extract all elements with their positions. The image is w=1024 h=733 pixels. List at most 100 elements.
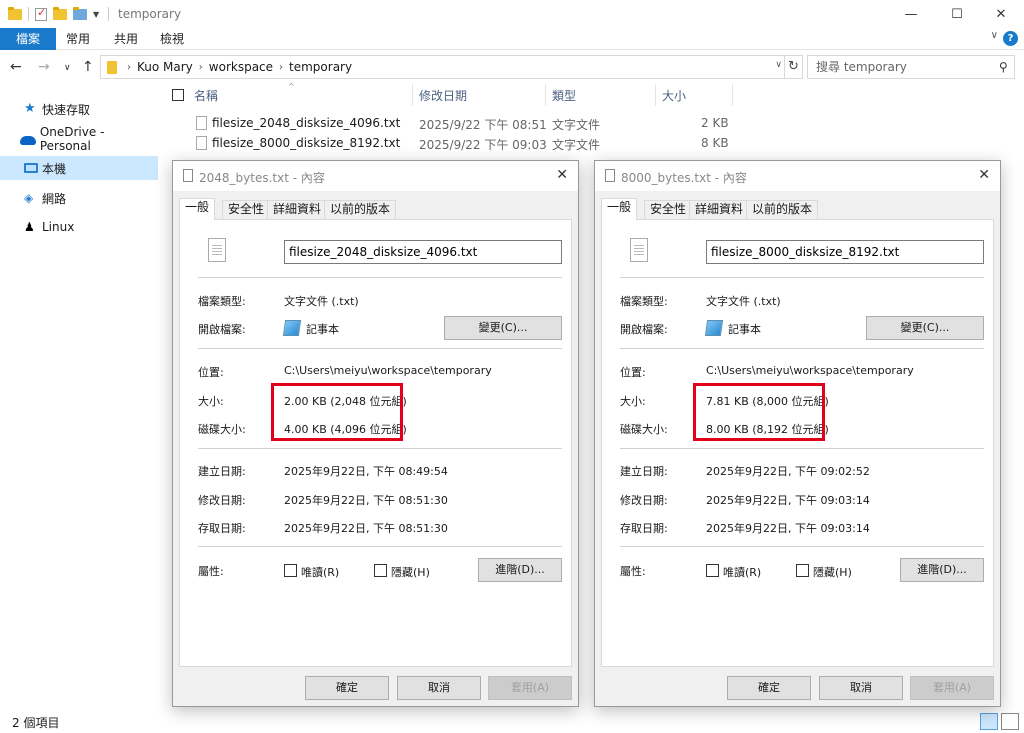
tab-file[interactable]: 檔案 — [0, 28, 56, 50]
up-arrow-icon[interactable]: ↑ — [82, 59, 94, 75]
file-row[interactable]: filesize_8000_disksize_8192.txt 2025/9/2… — [160, 133, 760, 153]
navigation-bar: ← → ∨ ↑ › Kuo Mary › workspace › tempora… — [0, 50, 1024, 84]
tab-share[interactable]: 共用 — [104, 28, 148, 50]
file-size: 2 KB — [701, 116, 729, 130]
filename-field[interactable] — [284, 240, 562, 264]
apply-button[interactable]: 套用(A) — [488, 676, 572, 700]
column-header-name[interactable]: 名稱 — [194, 87, 218, 104]
tab-view[interactable]: 檢視 — [150, 28, 194, 50]
chevron-down-icon[interactable]: ∨ — [991, 30, 998, 41]
maximize-button[interactable]: ☐ — [934, 0, 980, 28]
column-divider[interactable] — [732, 84, 733, 106]
sidebar-item-quick-access[interactable]: ★ 快速存取 — [0, 97, 158, 121]
divider — [620, 546, 984, 547]
folder-icon — [107, 60, 117, 74]
quick-access-toolbar: ▼ — [8, 6, 99, 21]
sort-ascending-icon: ^ — [288, 82, 295, 91]
address-bar[interactable]: › Kuo Mary › workspace › temporary ∨ — [100, 55, 785, 79]
status-bar: 2 個項目 — [0, 710, 1024, 733]
label-location: 位置: — [620, 366, 646, 379]
hidden-checkbox[interactable] — [374, 564, 387, 577]
value-modified: 2025年9月22日, 下午 08:51:30 — [284, 494, 448, 507]
filename-field[interactable] — [706, 240, 984, 264]
close-icon[interactable]: ✕ — [978, 167, 990, 183]
recent-locations-icon[interactable]: ∨ — [64, 63, 71, 73]
chevron-down-icon[interactable]: ∨ — [775, 60, 782, 70]
select-all-checkbox[interactable] — [172, 89, 184, 101]
back-arrow-icon[interactable]: ← — [10, 59, 22, 75]
value-accessed: 2025年9月22日, 下午 08:51:30 — [284, 522, 448, 535]
column-divider[interactable] — [655, 84, 656, 106]
minimize-button[interactable]: — — [888, 0, 934, 28]
readonly-checkbox[interactable] — [706, 564, 719, 577]
ok-button[interactable]: 確定 — [727, 676, 811, 700]
properties-icon[interactable] — [35, 6, 47, 21]
breadcrumb-item[interactable]: temporary — [289, 60, 352, 74]
divider — [198, 277, 562, 278]
close-icon[interactable]: ✕ — [556, 167, 568, 183]
label-opens-with: 開啟檔案: — [198, 323, 246, 336]
breadcrumb-item[interactable]: workspace — [209, 60, 273, 74]
forward-arrow-icon[interactable]: → — [38, 59, 50, 75]
change-button[interactable]: 變更(C)... — [866, 316, 984, 340]
large-icons-view-icon[interactable] — [1001, 713, 1019, 730]
hidden-label[interactable]: 隱藏(H) — [813, 564, 852, 580]
tab-details[interactable]: 詳細資料 — [267, 200, 328, 219]
search-input[interactable]: 搜尋 temporary ⚲ — [807, 55, 1015, 79]
change-button[interactable]: 變更(C)... — [444, 316, 562, 340]
tab-previous-versions[interactable]: 以前的版本 — [324, 200, 397, 219]
new-folder-icon[interactable] — [53, 6, 67, 20]
sidebar-item-onedrive[interactable]: OneDrive - Personal — [0, 125, 158, 153]
label-accessed: 存取日期: — [198, 522, 246, 535]
cancel-button[interactable]: 取消 — [819, 676, 903, 700]
chevron-right-icon[interactable]: › — [127, 62, 131, 73]
column-header-modified[interactable]: 修改日期 — [419, 87, 467, 104]
file-name: filesize_2048_disksize_4096.txt — [212, 116, 401, 130]
hidden-label[interactable]: 隱藏(H) — [391, 564, 430, 580]
sidebar-item-this-pc[interactable]: 本機 — [0, 156, 158, 180]
readonly-label[interactable]: 唯讀(R) — [301, 564, 339, 580]
ok-button[interactable]: 確定 — [305, 676, 389, 700]
dialog-title-bar: 2048_bytes.txt - 內容 ✕ — [173, 161, 578, 191]
column-divider[interactable] — [412, 84, 413, 106]
dialog-title: 8000_bytes.txt - 內容 — [621, 171, 747, 185]
breadcrumb-item[interactable]: Kuo Mary — [137, 60, 193, 74]
column-header-size[interactable]: 大小 — [662, 87, 686, 104]
tab-previous-versions[interactable]: 以前的版本 — [746, 200, 819, 219]
properties-dialog: 8000_bytes.txt - 內容 ✕ 一般 安全性 詳細資料 以前的版本 … — [594, 160, 1001, 707]
tab-security[interactable]: 安全性 — [644, 200, 693, 219]
readonly-label[interactable]: 唯讀(R) — [723, 564, 761, 580]
value-modified: 2025年9月22日, 下午 09:03:14 — [706, 494, 870, 507]
customize-toolbar-icon[interactable]: ▼ — [93, 10, 99, 19]
search-placeholder: 搜尋 temporary — [816, 60, 907, 74]
advanced-button[interactable]: 進階(D)... — [900, 558, 984, 582]
readonly-checkbox[interactable] — [284, 564, 297, 577]
sidebar-item-linux[interactable]: ♟ Linux — [0, 215, 158, 239]
red-highlight-box — [693, 383, 825, 441]
advanced-button[interactable]: 進階(D)... — [478, 558, 562, 582]
close-button[interactable]: ✕ — [978, 0, 1024, 28]
text-file-icon — [605, 169, 615, 182]
tab-general[interactable]: 一般 — [179, 198, 216, 220]
rename-icon[interactable] — [73, 6, 87, 20]
value-file-type: 文字文件 (.txt) — [706, 295, 781, 308]
hidden-checkbox[interactable] — [796, 564, 809, 577]
tab-home[interactable]: 常用 — [56, 28, 100, 50]
tab-details[interactable]: 詳細資料 — [689, 200, 750, 219]
chevron-right-icon[interactable]: › — [199, 62, 203, 73]
divider — [620, 448, 984, 449]
refresh-icon[interactable]: ↻ — [785, 55, 803, 79]
column-header-type[interactable]: 類型 — [552, 87, 576, 104]
file-name: filesize_8000_disksize_8192.txt — [212, 136, 401, 150]
file-row[interactable]: filesize_2048_disksize_4096.txt 2025/9/2… — [160, 113, 760, 133]
cancel-button[interactable]: 取消 — [397, 676, 481, 700]
sidebar-item-network[interactable]: ◈ 網路 — [0, 186, 158, 210]
tab-general[interactable]: 一般 — [601, 198, 638, 220]
apply-button[interactable]: 套用(A) — [910, 676, 994, 700]
column-divider[interactable] — [545, 84, 546, 106]
tab-security[interactable]: 安全性 — [222, 200, 271, 219]
help-icon[interactable]: ? — [1003, 31, 1018, 46]
sidebar-item-label: Linux — [42, 220, 75, 234]
chevron-right-icon[interactable]: › — [279, 62, 283, 73]
details-view-icon[interactable] — [980, 713, 998, 730]
